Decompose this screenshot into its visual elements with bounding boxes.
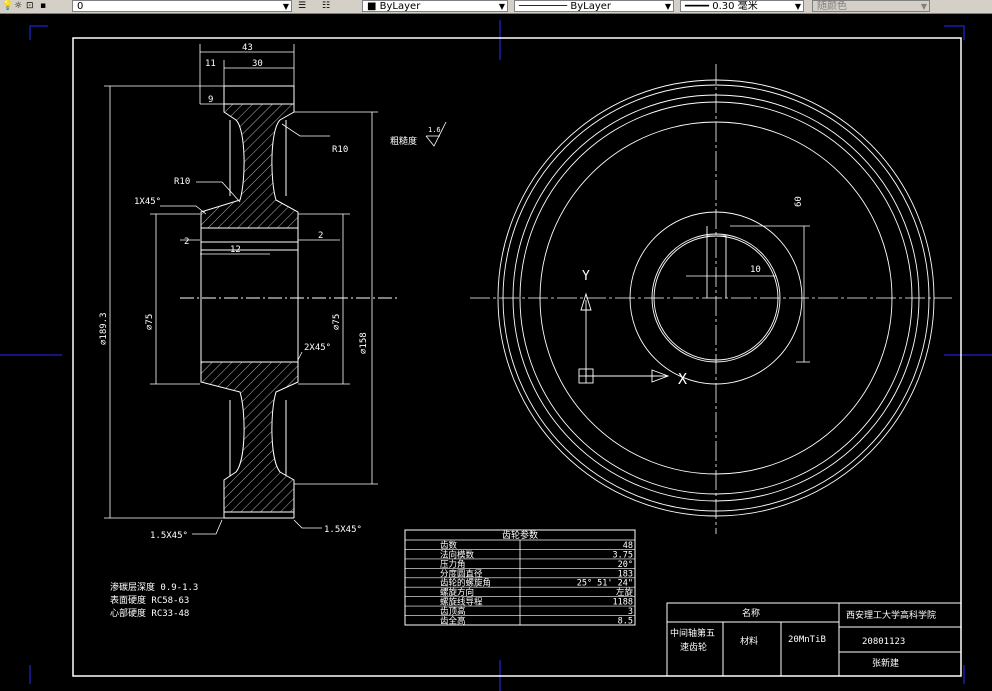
- title-block-texts: 名称 西安理工大学高科学院 中间轴第五 速齿轮 材料 20MnTiB 20801…: [670, 607, 936, 669]
- table-param-name: 齿全高: [440, 616, 466, 627]
- roughness-symbol: 粗糙度 1.6: [390, 121, 447, 147]
- lineweight-dropdown[interactable]: ━━━━ 0.30 毫米 ▼: [680, 0, 804, 12]
- chevron-down-icon: ▼: [498, 2, 505, 11]
- table-param-name: 齿轮的螺旋角: [440, 578, 491, 589]
- note-line: 渗碳层深度 0.9-1.3: [110, 581, 198, 593]
- roughness-value: 1.6: [428, 126, 441, 134]
- table-title: 齿轮参数: [502, 529, 538, 541]
- dim-dia-75-left: ⌀75: [145, 314, 155, 330]
- part-name-line2: 速齿轮: [680, 641, 707, 653]
- dim-9: 9: [208, 95, 213, 105]
- dim-r10-left: R10: [174, 177, 190, 187]
- table-param-value: 8.5: [618, 617, 633, 627]
- dim-10: 10: [750, 265, 761, 275]
- table-param-name: 分度圆直径: [440, 568, 483, 579]
- dim-dia-189: ⌀189.3: [99, 312, 109, 345]
- student-id: 20801123: [862, 637, 905, 647]
- color-value: ■ ByLayer: [367, 1, 421, 12]
- school-name: 西安理工大学高科学院: [846, 609, 936, 621]
- layer-color-icon[interactable]: ▪: [40, 0, 46, 12]
- dim-11: 11: [205, 59, 216, 69]
- material-label: 材料: [740, 635, 758, 647]
- dim-2-left: 2: [184, 237, 189, 247]
- drawing-canvas[interactable]: 43 11 30 9 R10 R10 1X45° 2 12 2 ⌀189.3 ⌀…: [0, 14, 992, 691]
- table-param-name: 齿数: [440, 540, 458, 551]
- chevron-down-icon: ▼: [920, 2, 927, 11]
- layer-value: 0: [77, 1, 84, 12]
- layer-previous-icon[interactable]: ☷: [322, 0, 330, 12]
- gear-section-view: [180, 85, 400, 519]
- plotstyle-value: 随颜色: [817, 1, 847, 12]
- table-param-name: 螺旋线导程: [440, 597, 483, 608]
- technical-notes: 渗碳层深度 0.9-1.3 表面硬度 RC58-63 心部硬度 RC33-48: [110, 581, 198, 619]
- linetype-dropdown[interactable]: ──────── ByLayer ▼: [514, 0, 674, 12]
- lock-icon[interactable]: ⊡: [26, 0, 34, 12]
- dim-r10-right: R10: [332, 145, 348, 155]
- table-param-name: 压力角: [440, 559, 466, 570]
- lineweight-value: ━━━━ 0.30 毫米: [685, 1, 758, 12]
- dim-dia-75-right: ⌀75: [332, 314, 342, 330]
- gear-parameter-table: 齿轮参数 齿数 48法向模数 3.75压力角 20°分度圆直径 183齿轮的螺旋角 25°…: [404, 529, 636, 627]
- ucs-x-label: X: [678, 370, 687, 388]
- make-current-layer-icon[interactable]: ☰: [298, 0, 306, 12]
- dim-12: 12: [230, 245, 241, 255]
- dim-chamfer-15x45-left: 1.5X45°: [150, 531, 188, 541]
- dim-chamfer-15x45-right: 1.5X45°: [324, 525, 362, 535]
- chevron-down-icon: ▼: [794, 2, 801, 11]
- front-view-center-lines: [470, 64, 952, 534]
- dim-60: 60: [794, 196, 804, 207]
- dim-dia-158: ⌀158: [359, 332, 369, 354]
- table-param-name: 齿顶高: [440, 606, 466, 617]
- drawing-border: [72, 37, 962, 677]
- chevron-down-icon: ▼: [282, 2, 289, 11]
- name-label: 名称: [742, 607, 760, 619]
- table-param-value: 左旋: [616, 587, 634, 598]
- material-value: 20MnTiB: [788, 635, 826, 645]
- dim-chamfer-2x45: 2X45°: [304, 343, 331, 353]
- ucs-y-label: Y: [582, 269, 590, 284]
- linetype-value: ──────── ByLayer: [519, 1, 612, 12]
- dim-30: 30: [252, 59, 263, 69]
- sun-icon[interactable]: ☼: [14, 0, 22, 12]
- properties-toolbar: 💡 ☼ ⊡ ▪ 0 ▼ ☰ ☷ ■ ByLayer ▼ ──────── ByL…: [0, 0, 992, 14]
- author-name: 张新建: [872, 657, 899, 669]
- part-name-line1: 中间轴第五: [670, 627, 715, 639]
- note-line: 表面硬度 RC58-63: [110, 594, 189, 606]
- chevron-down-icon: ▼: [664, 2, 671, 11]
- dim-2-right: 2: [318, 231, 323, 241]
- note-line: 心部硬度 RC33-48: [110, 607, 189, 619]
- layer-dropdown[interactable]: 0 ▼: [72, 0, 292, 12]
- lightbulb-icon[interactable]: 💡: [2, 0, 13, 12]
- roughness-label: 粗糙度: [390, 135, 417, 147]
- table-param-name: 法向模数: [440, 549, 475, 560]
- color-dropdown[interactable]: ■ ByLayer ▼: [362, 0, 508, 12]
- dim-43: 43: [242, 43, 253, 53]
- dim-chamfer-1x45: 1X45°: [134, 197, 161, 207]
- plotstyle-dropdown[interactable]: 随颜色 ▼: [812, 0, 930, 12]
- table-param-name: 螺旋方向: [440, 587, 474, 598]
